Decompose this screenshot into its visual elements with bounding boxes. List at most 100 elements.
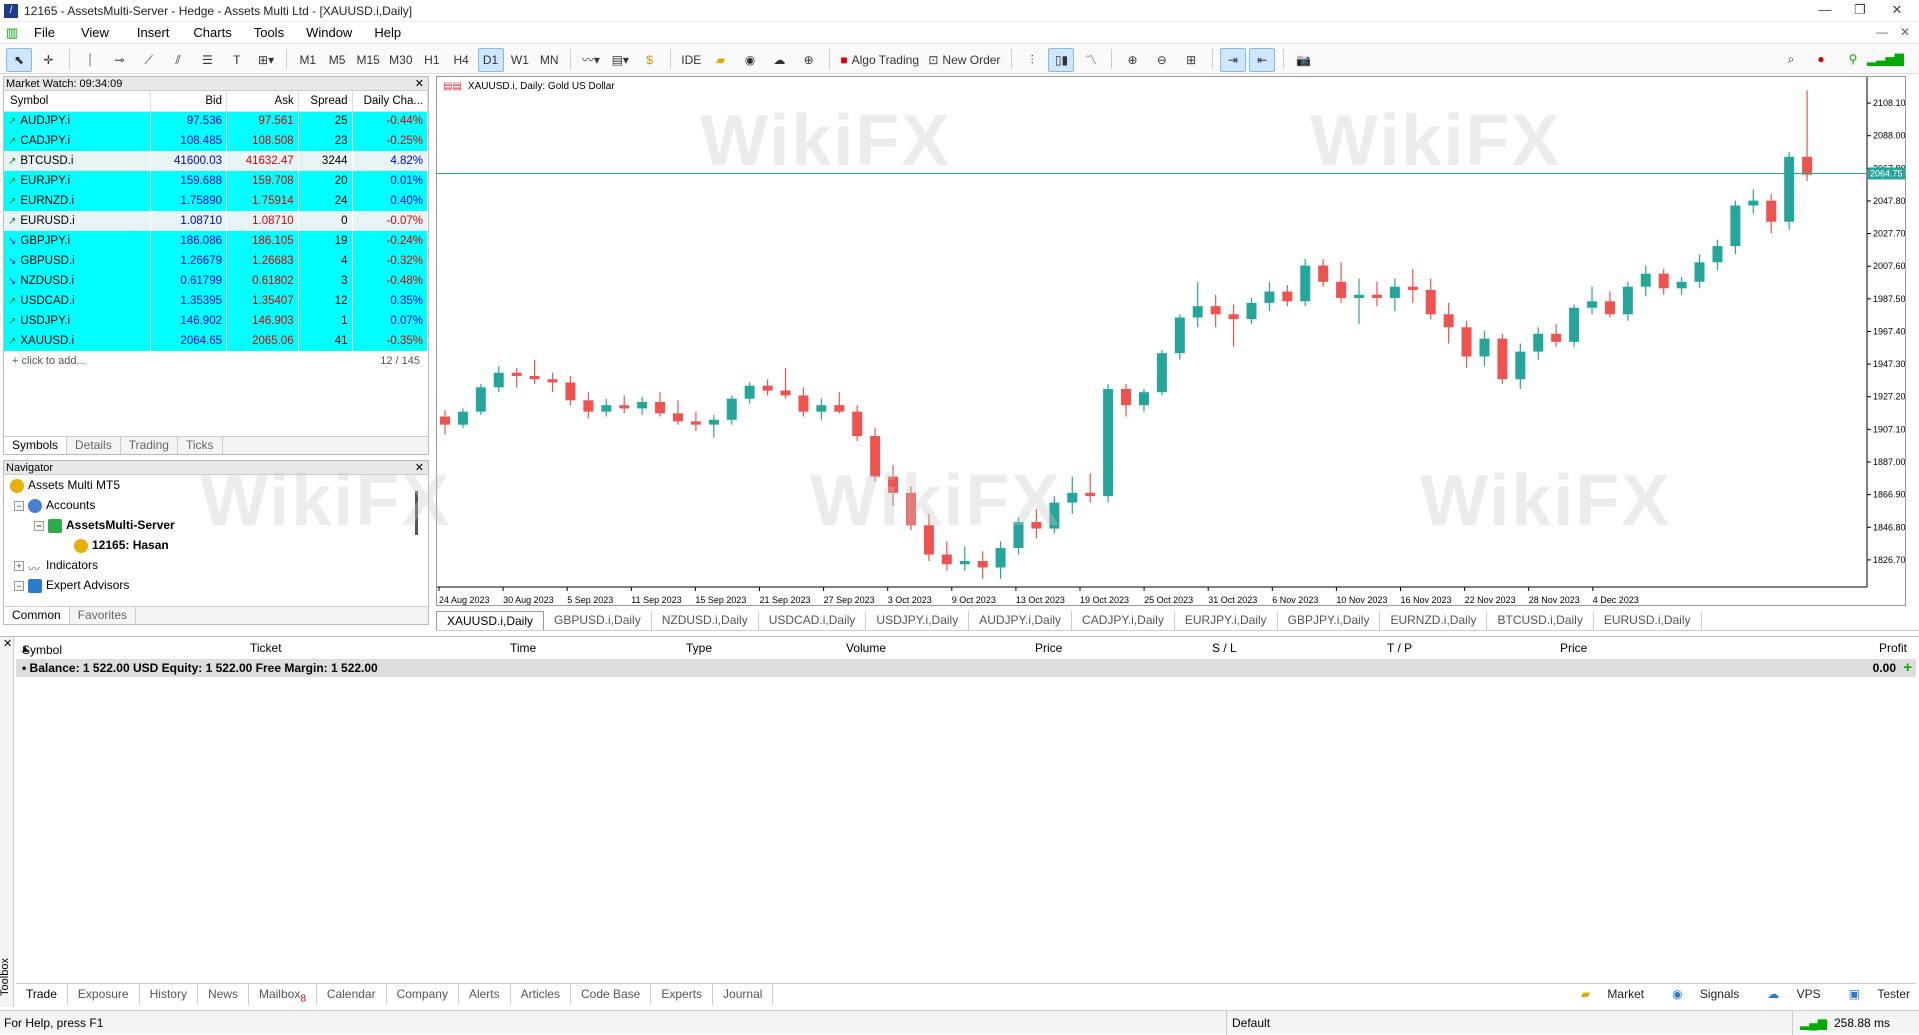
col-trade-symbol[interactable]: Symbol ▴ xyxy=(22,641,62,657)
toolbox-tab[interactable]: Articles xyxy=(511,984,571,1005)
market-watch-row[interactable]: ↗ CADJPY.i 108.485 108.508 23 -0.25% xyxy=(4,131,429,151)
text-tool-icon[interactable]: T xyxy=(224,48,250,72)
chart-tab[interactable]: GBPJPY.i,Daily xyxy=(1278,611,1381,630)
close-icon[interactable]: ✕ xyxy=(3,637,12,650)
market-watch-row[interactable]: ↘ GBPUSD.i 1.26679 1.26683 4 -0.32% xyxy=(4,251,429,271)
tab-ticks[interactable]: Ticks xyxy=(178,437,223,454)
shapes-icon[interactable]: ⊞▾ xyxy=(253,48,279,72)
notifications-icon[interactable]: ● xyxy=(1808,47,1834,71)
chart-tab[interactable]: GBPUSD.i,Daily xyxy=(544,611,652,630)
navigator-scrollbar[interactable] xyxy=(415,491,418,535)
trendline-icon[interactable]: ⟋ xyxy=(136,48,162,72)
menu-close-icon[interactable]: ✕ xyxy=(1900,25,1910,39)
zoom-in-icon[interactable]: ⊕ xyxy=(1119,48,1145,72)
menu-tools[interactable]: Tools xyxy=(254,25,284,40)
ide-button[interactable]: IDE xyxy=(678,48,704,72)
col-volume[interactable]: Volume xyxy=(846,641,886,655)
algo-trading-button[interactable]: ■ Algo Trading xyxy=(837,48,922,72)
menu-window[interactable]: Window xyxy=(306,25,352,40)
nav-accounts[interactable]: − Accounts xyxy=(4,495,428,515)
balance-row[interactable]: • Balance: 1 522.00 USD Equity: 1 522.00… xyxy=(16,659,1916,677)
tf-h1[interactable]: H1 xyxy=(419,48,445,72)
chart-tab[interactable]: CADJPY.i,Daily xyxy=(1072,611,1175,630)
tf-m15[interactable]: M15 xyxy=(353,48,382,72)
vps-icon[interactable]: ⊕ xyxy=(796,48,822,72)
market-watch-row[interactable]: ↗ USDCAD.i 1.35395 1.35407 12 0.35% xyxy=(4,291,429,311)
search-icon[interactable]: ⌕ xyxy=(1778,47,1804,71)
toolbox-tab[interactable]: Code Base xyxy=(571,984,652,1005)
col-type[interactable]: Type xyxy=(686,641,712,655)
fibonacci-icon[interactable]: ☰ xyxy=(194,48,220,72)
market-watch-row[interactable]: ↗ EURUSD.i 1.08710 1.08710 0 -0.07% xyxy=(4,211,429,231)
vertical-line-icon[interactable]: ⏐ xyxy=(77,48,103,72)
col-profit[interactable]: Profit xyxy=(1879,641,1907,655)
channel-icon[interactable]: ⫽ xyxy=(165,48,191,72)
tab-favorites[interactable]: Favorites xyxy=(70,607,137,624)
col-ask[interactable]: Ask xyxy=(226,91,299,112)
chart-area[interactable]: 2108.102088.002067.802047.802027.702007.… xyxy=(436,76,1906,606)
tf-h4[interactable]: H4 xyxy=(448,48,474,72)
col-sl[interactable]: S / L xyxy=(1212,641,1237,655)
minimize-button[interactable]: — xyxy=(1810,2,1840,20)
nav-root[interactable]: Assets Multi MT5 xyxy=(4,475,428,495)
market-bag-icon[interactable]: ▰ xyxy=(708,48,734,72)
status-profile[interactable]: Default xyxy=(1232,1016,1270,1030)
autoscroll-icon[interactable]: ⇥ xyxy=(1219,47,1246,72)
close-icon[interactable]: ✕ xyxy=(415,77,424,91)
toolbox-tab[interactable]: History xyxy=(140,984,198,1005)
chart-tab[interactable]: USDJPY.i,Daily xyxy=(866,611,970,630)
col-time[interactable]: Time xyxy=(510,641,536,655)
col-symbol[interactable]: Symbol xyxy=(4,91,152,112)
nav-experts[interactable]: − Expert Advisors xyxy=(4,575,428,595)
crosshair-icon[interactable]: ✛ xyxy=(35,48,61,72)
chart-tab[interactable]: NZDUSD.i,Daily xyxy=(652,611,759,630)
toolbox-tab[interactable]: Company xyxy=(387,984,459,1005)
market-watch-row[interactable]: ↗ BTCUSD.i 41600.03 41632.47 3244 4.82% xyxy=(4,151,429,171)
tab-trading[interactable]: Trading xyxy=(121,437,178,454)
add-icon[interactable]: + xyxy=(1903,659,1912,676)
menu-insert[interactable]: Insert xyxy=(137,25,170,40)
col-bid[interactable]: Bid xyxy=(150,91,227,112)
collapse-icon[interactable]: − xyxy=(14,580,24,591)
chart-tab[interactable]: AUDJPY.i,Daily xyxy=(969,611,1073,630)
chart-tab[interactable]: XAUUSD.i,Daily xyxy=(436,611,545,630)
chart-tab[interactable]: EURJPY.i,Daily xyxy=(1175,611,1278,630)
toolbox-link-tester[interactable]: ▣ Tester xyxy=(1835,984,1910,1004)
menu-help[interactable]: Help xyxy=(374,25,401,40)
tf-d1[interactable]: D1 xyxy=(477,47,504,72)
close-window-button[interactable]: ✕ xyxy=(1882,2,1912,20)
line-chart-icon[interactable]: 〽 xyxy=(1078,47,1104,71)
chart-tab[interactable]: EURUSD.i,Daily xyxy=(1594,611,1702,630)
toolbox-tab[interactable]: News xyxy=(198,984,249,1005)
col-price[interactable]: Price xyxy=(1035,641,1062,655)
toolbox-link-signals[interactable]: ◉ Signals xyxy=(1658,984,1739,1004)
indicators-icon[interactable]: 〰▾ xyxy=(578,47,604,71)
chart-shift-icon[interactable]: ⇤ xyxy=(1249,47,1276,72)
menu-charts[interactable]: Charts xyxy=(193,25,231,40)
dollar-icon[interactable]: $ xyxy=(637,48,663,72)
tf-mn[interactable]: MN xyxy=(536,48,562,72)
add-symbol-row[interactable]: + click to add... 12 / 145 xyxy=(4,351,428,371)
tab-details[interactable]: Details xyxy=(67,437,121,454)
col-spread[interactable]: Spread xyxy=(298,91,353,112)
toolbox-link-vps[interactable]: ☁ VPS xyxy=(1753,984,1820,1004)
collapse-icon[interactable]: − xyxy=(14,500,24,511)
candlestick-chart[interactable]: 2108.102088.002067.802047.802027.702007.… xyxy=(437,77,1905,605)
zoom-out-icon[interactable]: ⊖ xyxy=(1149,48,1175,72)
restore-button[interactable]: ❐ xyxy=(1845,2,1875,20)
market-watch-row[interactable]: ↗ XAUUSD.i 2064.65 2065.06 41 -0.35% xyxy=(4,331,429,351)
expand-icon[interactable]: + xyxy=(14,560,24,571)
new-order-button[interactable]: ⊡ New Order xyxy=(925,48,1003,72)
nav-indicators[interactable]: + 〰 Indicators xyxy=(4,555,428,576)
cursor-tool-icon[interactable]: ⬉ xyxy=(6,47,32,72)
col-daily-change[interactable]: Daily Cha... xyxy=(352,91,429,112)
menu-minimize-icon[interactable]: — xyxy=(1876,25,1888,39)
market-watch-row[interactable]: ↗ AUDJPY.i 97.536 97.561 25 -0.44% xyxy=(4,111,429,131)
toolbox-link-market[interactable]: ▰ Market xyxy=(1567,984,1644,1004)
menu-file[interactable]: File xyxy=(34,25,55,40)
templates-icon[interactable]: ▤▾ xyxy=(607,48,633,72)
chart-tab[interactable]: BTCUSD.i,Daily xyxy=(1487,611,1594,630)
horizontal-line-icon[interactable]: ⊸ xyxy=(106,48,132,72)
tile-icon[interactable]: ⊞ xyxy=(1178,48,1204,72)
toolbox-tab[interactable]: Exposure xyxy=(68,984,140,1005)
